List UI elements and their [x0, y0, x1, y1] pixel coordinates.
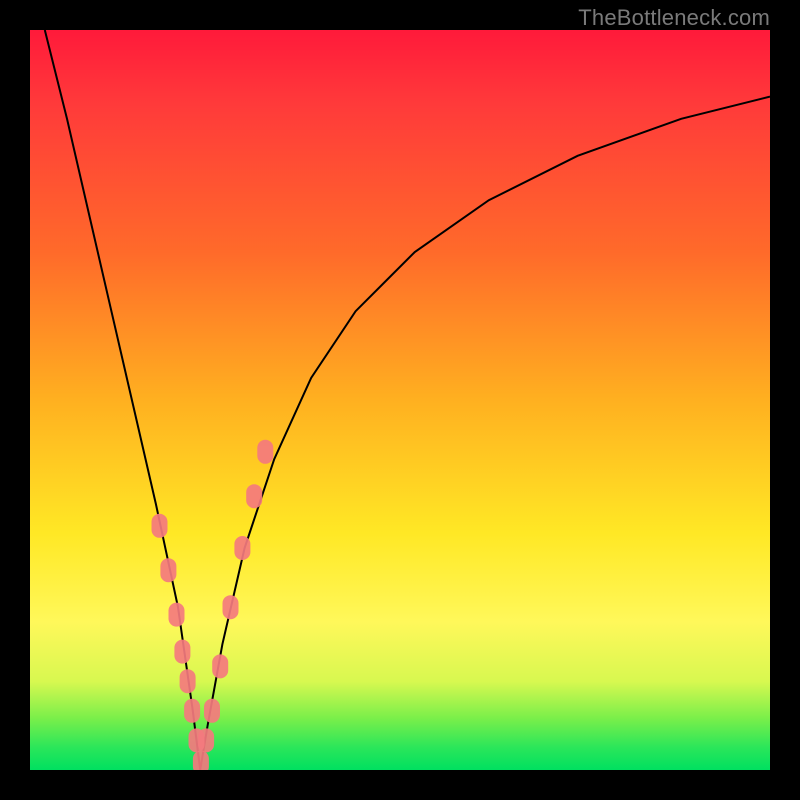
- chart-overlay-svg: [30, 30, 770, 770]
- highlight-marker: [160, 558, 176, 582]
- highlight-marker: [198, 728, 214, 752]
- highlight-marker: [169, 603, 185, 627]
- watermark-text: TheBottleneck.com: [578, 5, 770, 31]
- highlight-marker: [223, 595, 239, 619]
- highlight-marker: [234, 536, 250, 560]
- highlight-marker: [152, 514, 168, 538]
- marker-group: [152, 440, 274, 770]
- highlight-marker: [180, 669, 196, 693]
- highlight-marker: [246, 484, 262, 508]
- highlight-marker: [257, 440, 273, 464]
- highlight-marker: [212, 654, 228, 678]
- highlight-marker: [174, 640, 190, 664]
- highlight-marker: [193, 751, 209, 770]
- bottleneck-curve: [45, 30, 770, 770]
- highlight-marker: [204, 699, 220, 723]
- chart-frame: TheBottleneck.com: [0, 0, 800, 800]
- highlight-marker: [184, 699, 200, 723]
